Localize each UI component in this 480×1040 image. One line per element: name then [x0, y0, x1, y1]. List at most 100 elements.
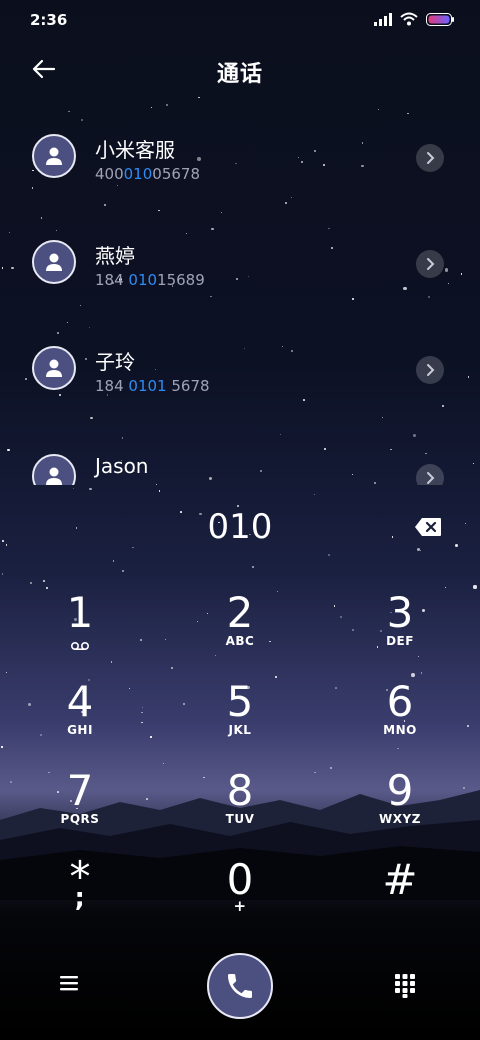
key-letters: ABC: [225, 634, 255, 648]
star-dot: [314, 771, 316, 774]
star-dot: [330, 766, 333, 769]
key-3[interactable]: 3 DEF: [345, 590, 455, 670]
person-icon: [46, 253, 62, 271]
key-digit: 8: [226, 766, 254, 815]
contact-suggestion-list: 小米客服 40001005678 燕婷 184 01015689 子玲 184 …: [0, 120, 480, 485]
contact-row[interactable]: Jason: [0, 440, 480, 485]
number-part: 15689: [157, 271, 205, 289]
bottom-bar: [0, 945, 480, 1035]
star-dot: [444, 587, 446, 589]
battery-icon: [426, 12, 454, 26]
contact-row[interactable]: 燕婷 184 01015689: [0, 226, 480, 306]
key-digit: 6: [386, 677, 414, 726]
call-button[interactable]: [207, 953, 273, 1019]
key-9[interactable]: 9 WXYZ: [345, 768, 455, 848]
star-dot: [1, 573, 4, 575]
chevron-right-icon: [427, 258, 435, 270]
key-7[interactable]: 7 PQRS: [25, 768, 135, 848]
contact-name: Jason: [95, 454, 149, 478]
wifi-icon: [400, 12, 418, 26]
key-digit: 7: [66, 766, 94, 815]
header: 通话: [0, 48, 480, 92]
star-dot: [30, 581, 32, 584]
star-dot: [166, 104, 169, 107]
contact-number: 184 0101 5678: [95, 377, 210, 395]
avatar: [32, 240, 76, 284]
key-1[interactable]: 1: [25, 590, 135, 670]
star-dot: [473, 585, 477, 589]
number-match-highlight: 010: [123, 165, 153, 183]
number-match-highlight: 0101: [128, 377, 167, 395]
key-0[interactable]: 0 +: [185, 857, 295, 937]
status-icons: [374, 12, 454, 26]
number-part: 5678: [166, 377, 210, 395]
star-dot: [170, 667, 173, 669]
contact-detail-button[interactable]: [416, 464, 444, 485]
dialed-number: 010: [207, 507, 273, 547]
key-letters: PQRS: [60, 812, 100, 826]
star-dot: [68, 110, 70, 113]
dial-display: 010: [0, 485, 480, 565]
contact-detail-button[interactable]: [416, 356, 444, 384]
key-digit: 9: [386, 766, 414, 815]
star-dot: [339, 615, 343, 619]
backspace-icon: [415, 518, 441, 536]
star-dot: [42, 580, 45, 583]
person-icon: [46, 359, 62, 377]
contact-name: 燕婷: [95, 244, 135, 268]
number-part: 05678: [152, 165, 200, 183]
star-dot: [141, 711, 144, 714]
person-icon: [46, 147, 62, 165]
key-letters: GHI: [67, 723, 93, 737]
status-bar: 2:36: [0, 0, 480, 42]
contact-row[interactable]: 小米客服 40001005678: [0, 120, 480, 200]
avatar: [32, 134, 76, 178]
star-dot: [335, 687, 337, 689]
key-digit: 1: [66, 588, 94, 637]
contact-detail-button[interactable]: [416, 250, 444, 278]
key-8[interactable]: 8 TUV: [185, 768, 295, 848]
star-dot: [406, 112, 409, 115]
star-dot: [1, 746, 3, 748]
chevron-right-icon: [427, 152, 435, 164]
key-5[interactable]: 5 JKL: [185, 679, 295, 759]
key-star[interactable]: * ;: [25, 856, 135, 937]
contact-detail-button[interactable]: [416, 144, 444, 172]
key-2[interactable]: 2 ABC: [185, 590, 295, 670]
person-icon: [46, 467, 62, 485]
avatar: [32, 346, 76, 390]
key-hash[interactable]: #: [345, 857, 455, 937]
chevron-right-icon: [427, 364, 435, 376]
star-dot: [467, 725, 469, 727]
key-letters: TUV: [225, 812, 255, 826]
page-title: 通话: [216, 62, 263, 87]
key-4[interactable]: 4 GHI: [25, 679, 135, 759]
star-dot: [165, 638, 167, 641]
key-letters: JKL: [228, 723, 252, 737]
dialpad-icon: [395, 974, 415, 998]
contact-row[interactable]: 子玲 184 0101 5678: [0, 332, 480, 412]
number-part: 184: [95, 377, 129, 395]
key-digit: 5: [226, 677, 254, 726]
key-digit: 4: [66, 677, 94, 726]
avatar: [32, 454, 76, 485]
number-part: 184: [95, 271, 129, 289]
key-letters: MNO: [383, 723, 417, 737]
delete-button[interactable]: [414, 517, 442, 537]
status-time: 2:36: [30, 11, 68, 29]
contact-name: 小米客服: [95, 138, 175, 162]
star-dot: [198, 96, 200, 99]
keypad-toggle-button[interactable]: [394, 973, 420, 1001]
star-dot: [333, 605, 336, 607]
star-dot: [139, 639, 142, 642]
star-dot: [150, 106, 153, 109]
contact-name: 子玲: [95, 350, 135, 374]
star-dot: [275, 676, 277, 679]
key-6[interactable]: 6 MNO: [345, 679, 455, 759]
menu-button[interactable]: [58, 973, 88, 1001]
key-letters: +: [233, 897, 247, 915]
number-part: 400: [95, 165, 124, 183]
chevron-right-icon: [427, 472, 435, 484]
hamburger-menu-icon: [60, 976, 78, 991]
key-letters: DEF: [386, 634, 414, 648]
